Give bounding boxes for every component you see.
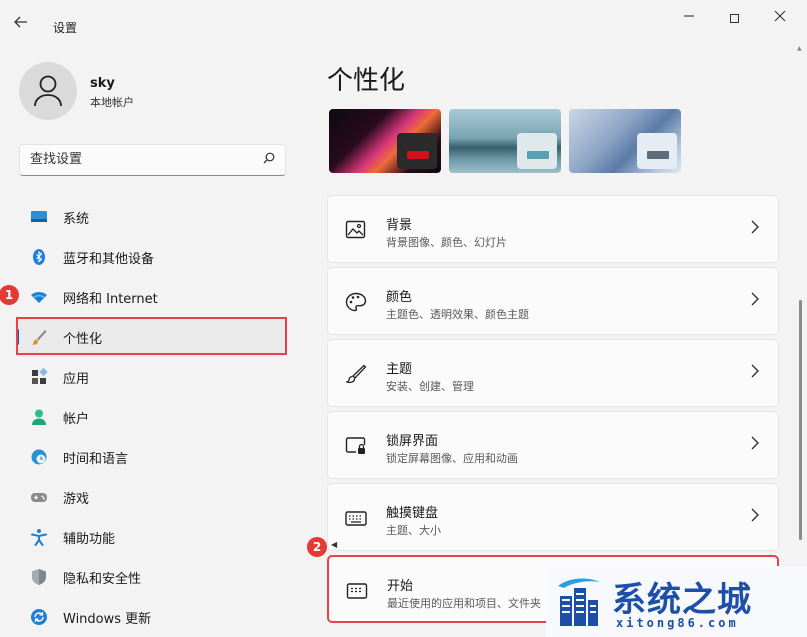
card-title: 触摸键盘 (386, 506, 439, 521)
sidebar-item-network[interactable]: 网络和 Internet (16, 277, 286, 317)
chevron-right-icon (750, 508, 760, 526)
card-title: 颜色 (386, 290, 413, 305)
sidebar-item-windows-update[interactable]: Windows 更新 (16, 597, 286, 637)
apps-icon (32, 368, 48, 384)
sidebar-item-label: 隐私和安全性 (63, 572, 142, 587)
card-subtitle: 主题色、透明效果、颜色主题 (386, 308, 529, 321)
user-name: sky (90, 76, 115, 91)
page-title: 个性化 (327, 66, 406, 96)
city-logo-icon (558, 578, 600, 626)
sidebar-item-gaming[interactable]: 游戏 (16, 477, 286, 517)
chevron-right-icon (750, 364, 760, 382)
card-title: 开始 (387, 579, 414, 594)
picture-icon (345, 220, 366, 239)
account-type: 本地帐户 (90, 96, 134, 109)
chevron-right-icon (750, 292, 760, 310)
sidebar-item-time-language[interactable]: 时间和语言 (16, 437, 286, 477)
sidebar-item-label: 蓝牙和其他设备 (63, 252, 155, 267)
title-bar: 设置 (0, 0, 807, 40)
app-title: 设置 (53, 21, 78, 35)
account-icon (32, 409, 46, 425)
sidebar-item-privacy[interactable]: 隐私和安全性 (16, 557, 286, 597)
gamepad-icon (31, 493, 47, 502)
card-title: 主题 (386, 362, 413, 377)
card-subtitle: 锁定屏幕图像、应用和动画 (386, 452, 518, 465)
card-title: 背景 (386, 218, 413, 233)
back-arrow-icon[interactable] (14, 14, 38, 38)
palette-icon (345, 292, 367, 312)
card-subtitle: 最近使用的应用和项目、文件夹 (387, 597, 541, 610)
accessibility-icon (31, 529, 47, 546)
search-icon[interactable] (263, 152, 275, 168)
start-icon (346, 583, 368, 599)
user-icon (34, 75, 62, 107)
sidebar-nav: 系统 蓝牙和其他设备 网络和 Internet 个性化 应用 帐户 时间和语言 … (16, 197, 288, 637)
setting-card-touch-keyboard[interactable]: 触摸键盘 主题、大小 (327, 483, 779, 551)
lockscreen-icon (345, 437, 366, 454)
watermark: 系统之城 xitong86.com (546, 566, 807, 637)
minimize-icon[interactable] (674, 10, 704, 30)
sidebar-item-system[interactable]: 系统 (16, 197, 286, 237)
clock-globe-icon (31, 449, 47, 465)
theme-thumbnail[interactable] (449, 109, 561, 173)
sidebar-item-bluetooth[interactable]: 蓝牙和其他设备 (16, 237, 286, 277)
setting-card-lockscreen[interactable]: 锁屏界面 锁定屏幕图像、应用和动画 (327, 411, 779, 479)
caret-left-icon: ◀ (331, 540, 338, 549)
sidebar-item-label: 时间和语言 (63, 452, 129, 467)
bluetooth-icon (33, 249, 45, 265)
card-subtitle: 安装、创建、管理 (386, 380, 474, 393)
step-badge: 2 (307, 537, 327, 557)
brush-icon (345, 364, 367, 384)
update-icon (31, 609, 47, 625)
sidebar-item-label: 辅助功能 (63, 532, 116, 547)
sidebar-item-label: 帐户 (63, 412, 90, 427)
sidebar-item-label: 网络和 Internet (63, 292, 158, 307)
chevron-right-icon (750, 436, 760, 454)
sidebar-item-label: 系统 (63, 212, 90, 227)
search-box[interactable] (19, 144, 286, 176)
search-input[interactable] (20, 145, 240, 173)
theme-thumbnail[interactable] (329, 109, 441, 173)
avatar[interactable] (19, 62, 77, 120)
wifi-icon (31, 292, 47, 303)
keyboard-icon (345, 511, 367, 526)
card-title: 锁屏界面 (386, 434, 439, 449)
shield-icon (32, 569, 46, 585)
sidebar-item-label: Windows 更新 (63, 612, 152, 627)
close-icon[interactable] (765, 10, 795, 30)
theme-thumbnail[interactable] (569, 109, 681, 173)
monitor-icon (31, 211, 47, 222)
card-subtitle: 背景图像、颜色、幻灯片 (386, 236, 507, 249)
highlight-box-personalization (16, 317, 287, 355)
sidebar-item-label: 游戏 (63, 492, 90, 507)
setting-card-themes[interactable]: 主题 安装、创建、管理 (327, 339, 779, 407)
sidebar-item-label: 应用 (63, 372, 90, 387)
watermark-name: 系统之城 (612, 580, 752, 620)
setting-card-background[interactable]: 背景 背景图像、颜色、幻灯片 (327, 195, 779, 263)
watermark-url: xitong86.com (616, 616, 739, 630)
maximize-icon[interactable] (719, 10, 749, 30)
scroll-up-icon[interactable]: ▲ (797, 45, 802, 52)
sidebar-item-apps[interactable]: 应用 (16, 357, 286, 397)
chevron-right-icon (750, 220, 760, 238)
setting-card-colors[interactable]: 颜色 主题色、透明效果、颜色主题 (327, 267, 779, 335)
scrollbar[interactable] (799, 300, 802, 540)
sidebar-item-accounts[interactable]: 帐户 (16, 397, 286, 437)
card-subtitle: 主题、大小 (386, 524, 441, 537)
step-badge: 1 (0, 285, 19, 305)
sidebar-item-accessibility[interactable]: 辅助功能 (16, 517, 286, 557)
